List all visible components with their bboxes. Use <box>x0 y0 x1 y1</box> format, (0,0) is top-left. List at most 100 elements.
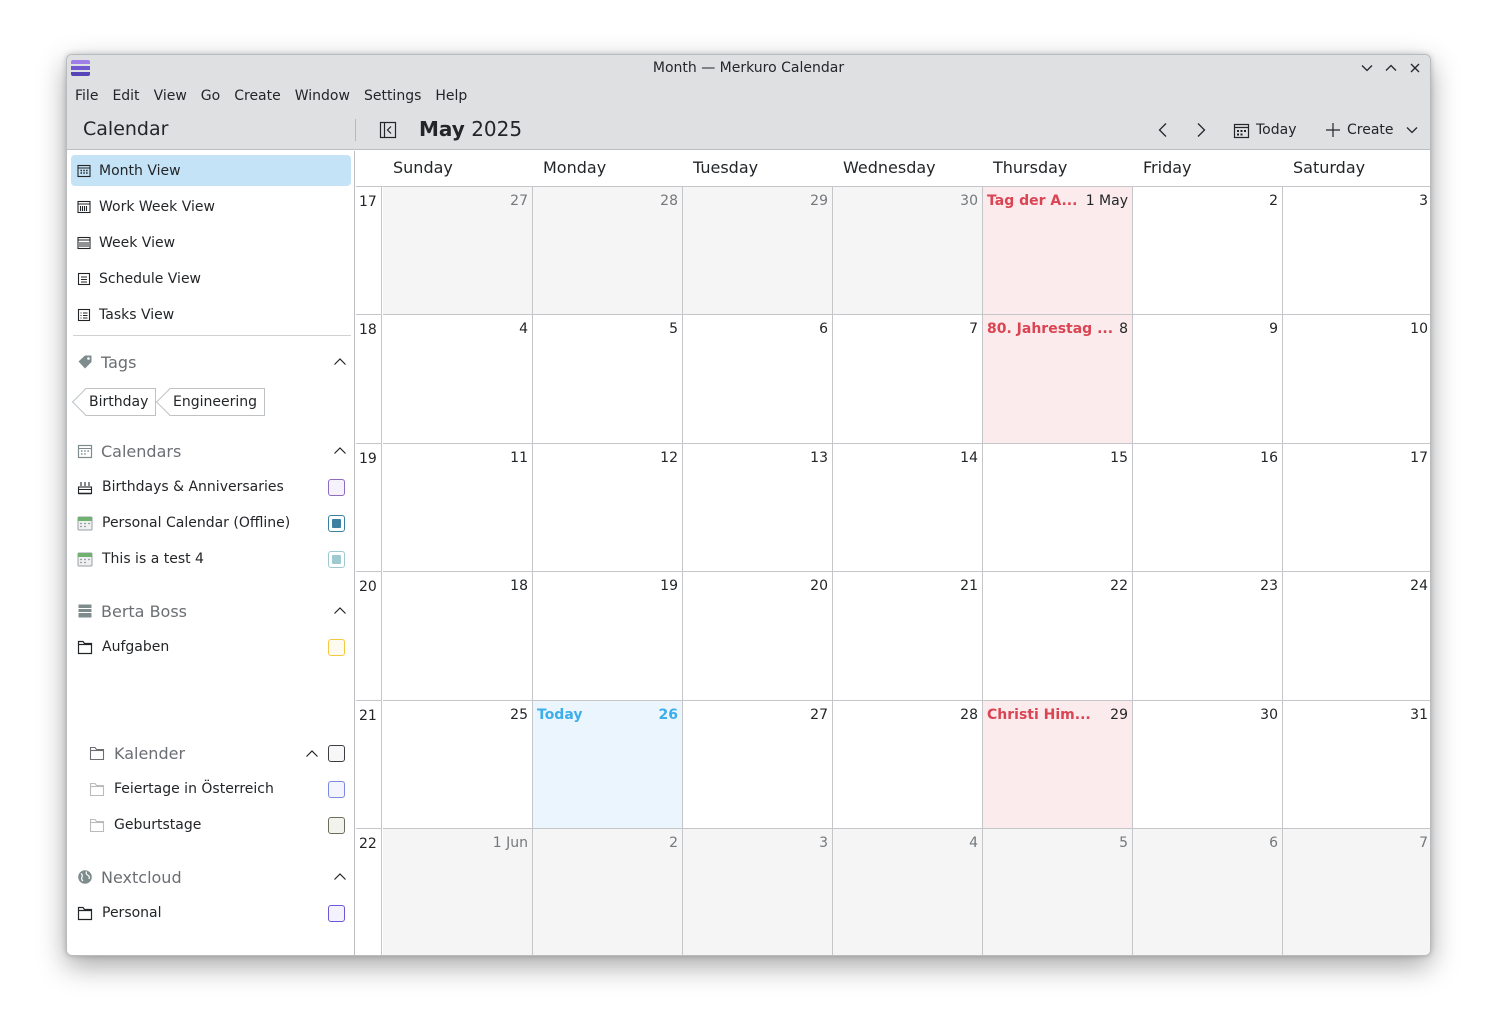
calendar-checkbox[interactable] <box>328 817 345 834</box>
calendar-item-personal-offline[interactable]: Personal Calendar (Offline) <box>77 509 345 537</box>
menu-help[interactable]: Help <box>429 82 475 110</box>
day-cell[interactable]: 6 <box>683 315 833 444</box>
day-cell[interactable]: 7 <box>833 315 983 444</box>
calendar-checkbox[interactable] <box>328 745 345 762</box>
day-cell[interactable]: 1 Jun <box>383 829 533 955</box>
day-cell[interactable]: 29 Christi Him... <box>983 700 1133 829</box>
day-number: 29 <box>1110 706 1128 723</box>
berta-boss-section-header[interactable]: Berta Boss <box>77 599 347 623</box>
day-cell[interactable]: 12 <box>533 443 683 573</box>
holiday-event[interactable]: Tag der A... <box>987 193 1077 209</box>
day-cell[interactable]: 1 May Tag der A... <box>983 187 1133 316</box>
day-cell[interactable]: 9 <box>1133 315 1283 444</box>
day-cell[interactable]: 27 <box>383 187 533 316</box>
calendar-checkbox[interactable] <box>328 781 345 798</box>
day-cell[interactable]: 8 80. Jahrestag ... <box>983 315 1133 444</box>
day-cell[interactable]: 19 <box>533 572 683 701</box>
collapse-sidebar-button[interactable] <box>379 121 397 139</box>
sidebar-item-schedule-view[interactable]: Schedule View <box>71 263 351 294</box>
close-button[interactable] <box>1406 58 1424 78</box>
week-number[interactable]: 20 <box>356 572 382 701</box>
day-cell[interactable]: 6 <box>1133 829 1283 955</box>
create-button[interactable]: Create <box>1325 119 1418 141</box>
calendar-item-aufgaben[interactable]: Aufgaben <box>77 633 345 661</box>
menu-go[interactable]: Go <box>195 82 228 110</box>
calendar-checkbox[interactable] <box>328 479 345 496</box>
sidebar-item-tasks-view[interactable]: Tasks View <box>71 299 351 330</box>
day-cell[interactable]: 24 <box>1283 572 1430 701</box>
day-cell[interactable]: 4 <box>383 315 533 444</box>
day-cell[interactable]: 29 <box>683 187 833 316</box>
day-cell[interactable]: 3 <box>683 829 833 955</box>
day-cell[interactable]: 13 <box>683 443 833 573</box>
tag-engineering[interactable]: Engineering <box>169 388 265 416</box>
holiday-event[interactable]: Christi Him... <box>987 707 1091 723</box>
calendar-item-nextcloud-personal[interactable]: Personal <box>77 899 345 927</box>
sidebar-item-month-view[interactable]: Month View <box>71 155 351 186</box>
day-cell[interactable]: 26 Today <box>533 700 683 829</box>
day-number: 4 <box>969 835 978 851</box>
chevron-up-icon[interactable] <box>305 747 319 761</box>
day-cell[interactable]: 3 <box>1283 187 1430 316</box>
tag-birthday[interactable]: Birthday <box>85 388 157 416</box>
holiday-event[interactable]: 80. Jahrestag ... <box>987 321 1113 337</box>
calendar-checkbox[interactable] <box>328 551 345 568</box>
day-cell[interactable]: 22 <box>983 572 1133 701</box>
day-cell[interactable]: 15 <box>983 443 1133 573</box>
day-cell[interactable]: 27 <box>683 700 833 829</box>
next-month-button[interactable] <box>1192 121 1210 139</box>
day-cell[interactable]: 18 <box>383 572 533 701</box>
day-cell[interactable]: 28 <box>533 187 683 316</box>
menu-edit[interactable]: Edit <box>106 82 147 110</box>
maximize-button[interactable] <box>1382 58 1400 78</box>
day-cell[interactable]: 30 <box>1133 700 1283 829</box>
week-number[interactable]: 18 <box>356 315 382 444</box>
week-number[interactable]: 22 <box>356 829 382 955</box>
calendar-group-kalender[interactable]: Kalender <box>89 739 345 767</box>
menu-settings[interactable]: Settings <box>358 82 429 110</box>
today-button[interactable]: Today <box>1233 119 1297 141</box>
menu-view[interactable]: View <box>148 82 195 110</box>
calendar-checkbox[interactable] <box>328 639 345 656</box>
day-cell[interactable]: 11 <box>383 443 533 573</box>
day-cell[interactable]: 7 <box>1283 829 1430 955</box>
day-cell[interactable]: 30 <box>833 187 983 316</box>
calendar-checkbox[interactable] <box>328 515 345 532</box>
calendar-checkbox[interactable] <box>328 905 345 922</box>
day-number: 10 <box>1410 321 1428 338</box>
calendar-item-birthdays[interactable]: Birthdays & Anniversaries <box>77 473 345 501</box>
day-cell[interactable]: 20 <box>683 572 833 701</box>
minimize-button[interactable] <box>1358 58 1376 78</box>
day-cell[interactable]: 14 <box>833 443 983 573</box>
calendar-label: Feiertage in Österreich <box>114 781 274 797</box>
week-number[interactable]: 19 <box>356 443 382 573</box>
nextcloud-section-header[interactable]: Nextcloud <box>77 865 347 889</box>
menu-window[interactable]: Window <box>289 82 358 110</box>
sidebar-item-week-view[interactable]: Week View <box>71 227 351 258</box>
day-cell[interactable]: 21 <box>833 572 983 701</box>
calendars-section-header[interactable]: Calendars <box>77 439 347 463</box>
week-number[interactable]: 17 <box>356 187 382 316</box>
menu-create[interactable]: Create <box>228 82 289 110</box>
day-cell[interactable]: 5 <box>533 315 683 444</box>
calendar-item-feiertage[interactable]: Feiertage in Österreich <box>89 775 345 803</box>
sidebar-item-work-week-view[interactable]: Work Week View <box>71 191 351 222</box>
day-cell[interactable]: 2 <box>1133 187 1283 316</box>
previous-month-button[interactable] <box>1154 121 1172 139</box>
day-cell[interactable]: 17 <box>1283 443 1430 573</box>
day-cell[interactable]: 2 <box>533 829 683 955</box>
day-cell[interactable]: 5 <box>983 829 1133 955</box>
day-cell[interactable]: 31 <box>1283 700 1430 829</box>
day-cell[interactable]: 25 <box>383 700 533 829</box>
day-cell[interactable]: 28 <box>833 700 983 829</box>
title-bar: Month — Merkuro Calendar <box>67 55 1430 82</box>
menu-file[interactable]: File <box>69 82 106 110</box>
calendar-item-test-4[interactable]: This is a test 4 <box>77 545 345 573</box>
day-cell[interactable]: 4 <box>833 829 983 955</box>
tags-section-header[interactable]: Tags <box>77 350 347 374</box>
week-number[interactable]: 21 <box>356 700 382 829</box>
day-cell[interactable]: 16 <box>1133 443 1283 573</box>
day-cell[interactable]: 23 <box>1133 572 1283 701</box>
calendar-item-geburtstage[interactable]: Geburtstage <box>89 811 345 839</box>
day-cell[interactable]: 10 <box>1283 315 1430 444</box>
